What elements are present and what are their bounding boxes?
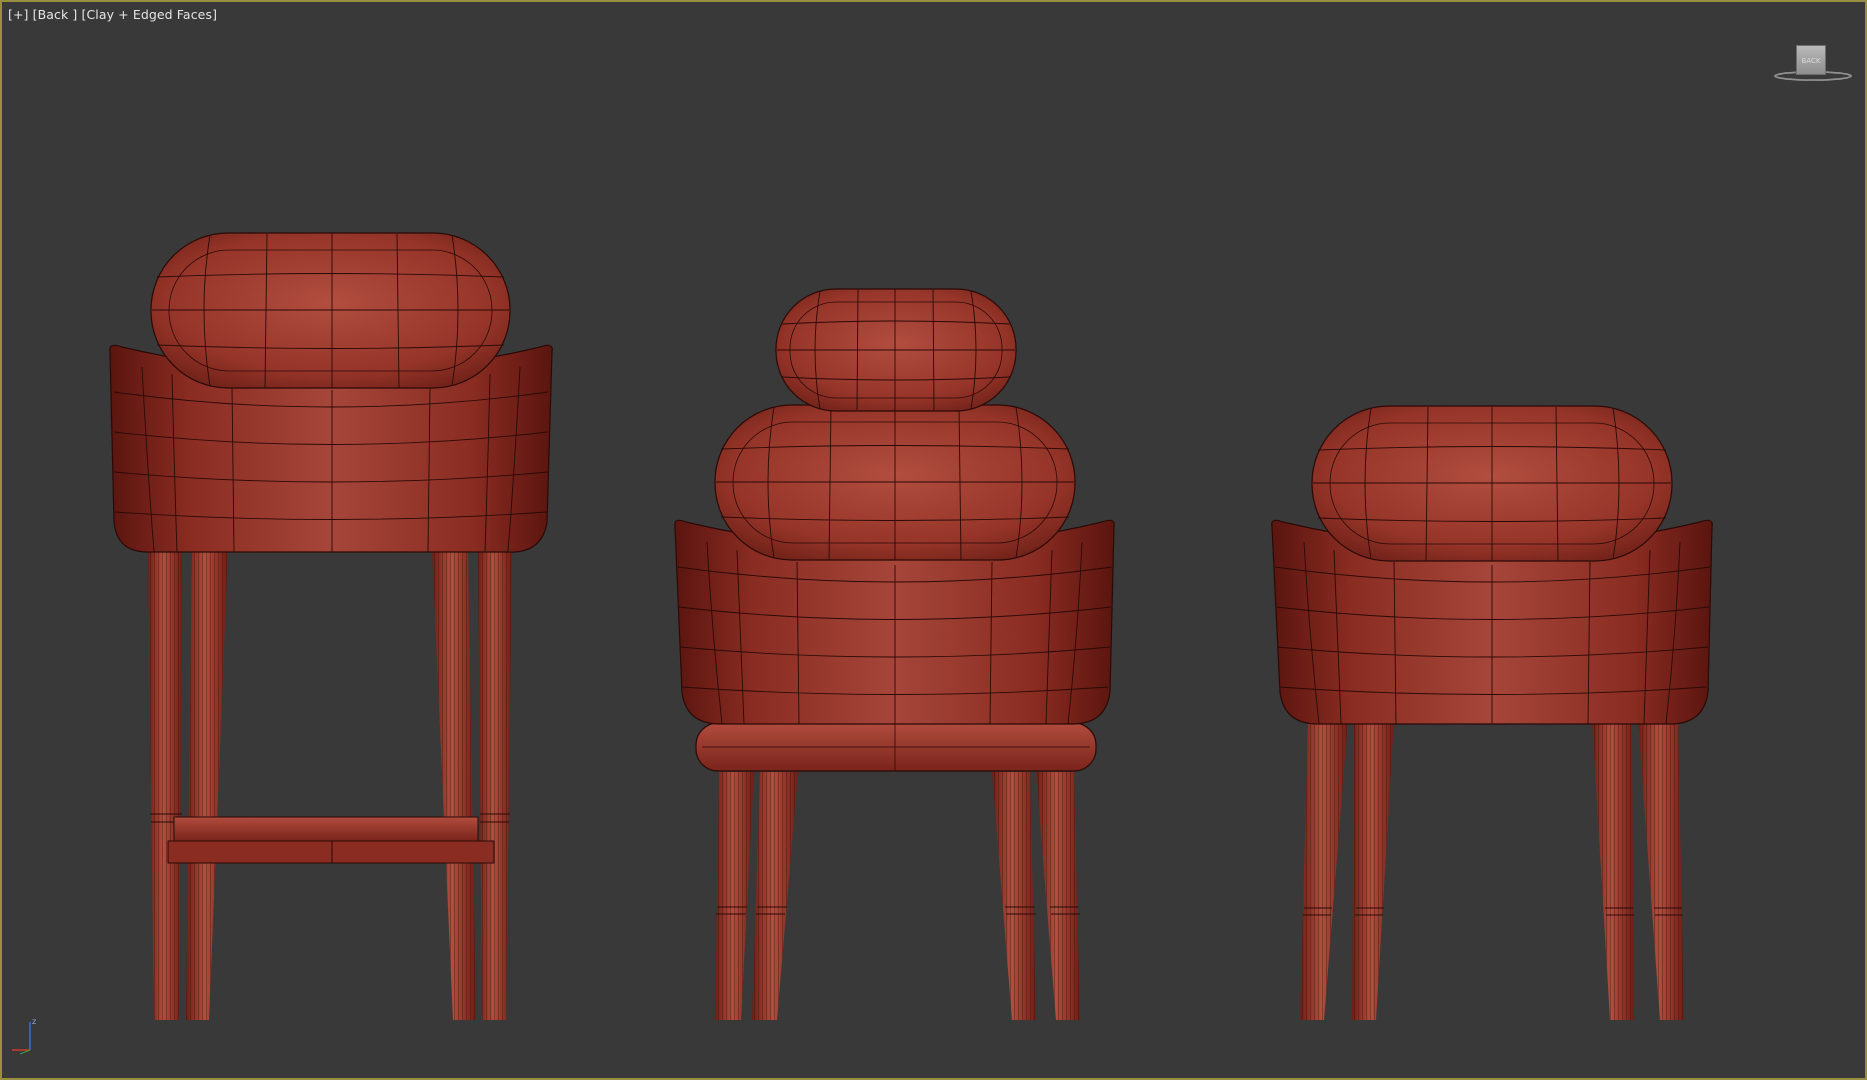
dining-chair-legs xyxy=(1300,720,1684,1020)
bar-stool[interactable] xyxy=(109,232,553,1020)
counter-stool-seat xyxy=(695,722,1097,772)
axis-z-label: z xyxy=(32,1017,36,1026)
counter-stool-headrest xyxy=(775,288,1017,412)
dining-chair[interactable] xyxy=(1271,405,1713,1020)
scene-canvas[interactable] xyxy=(2,2,1867,1080)
counter-stool[interactable] xyxy=(674,288,1115,1020)
viewcube-face-back[interactable]: BACK xyxy=(1796,45,1826,75)
bar-stool-legs xyxy=(148,550,512,1020)
viewport-back[interactable]: [+] [Back ] [Clay + Edged Faces] BACK z xyxy=(0,0,1867,1080)
axis-tripod-icon: z xyxy=(12,1017,36,1055)
viewcube[interactable]: BACK xyxy=(1770,40,1856,86)
dining-chair-headrest xyxy=(1311,405,1673,562)
counter-stool-middle-cushion xyxy=(714,404,1076,561)
bar-stool-headrest xyxy=(150,232,511,389)
bar-stool-footrest xyxy=(167,816,495,864)
counter-stool-legs xyxy=(715,772,1080,1020)
